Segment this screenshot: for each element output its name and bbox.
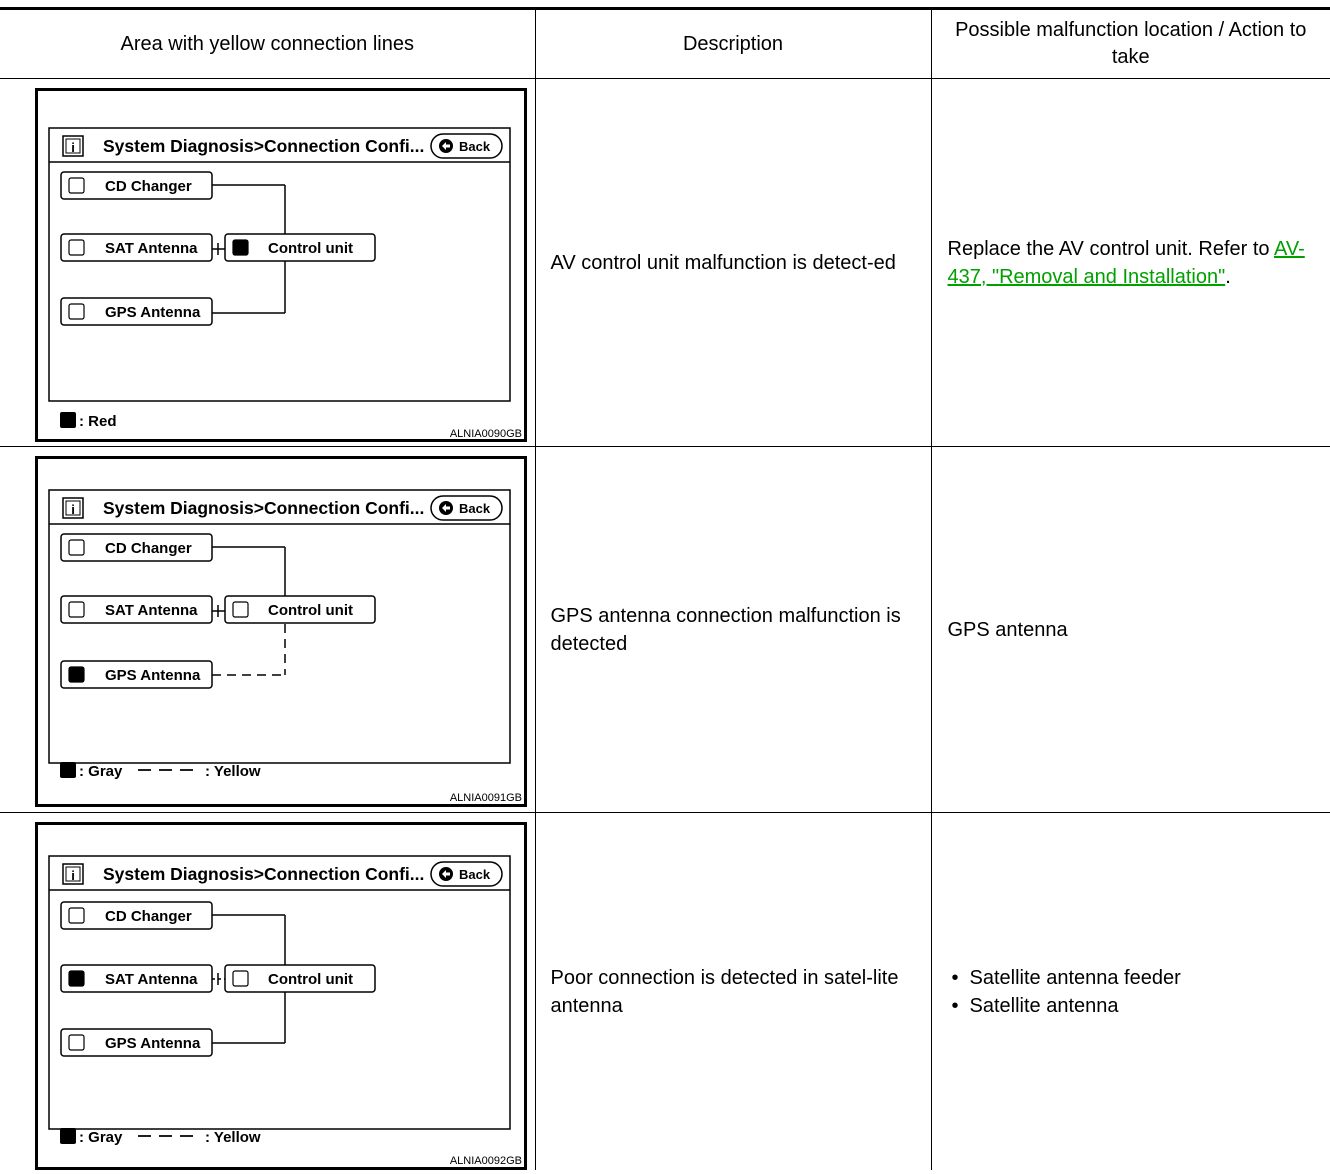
- header-action: Possible malfunction location / Action t…: [930, 8, 1330, 79]
- control-unit-label: Control unit: [268, 240, 353, 257]
- back-label: Back: [459, 139, 491, 154]
- table-row: i System Diagnosis>Connection Confi... B…: [0, 812, 1330, 1170]
- control-unit-box: Control unit: [224, 964, 376, 993]
- panel-cell: i System Diagnosis>Connection Confi... B…: [0, 813, 535, 1170]
- gps-antenna-label: GPS Antenna: [105, 667, 201, 684]
- gps-antenna-label: GPS Antenna: [105, 304, 201, 321]
- panel-cell: i System Diagnosis>Connection Confi... B…: [0, 446, 535, 813]
- header-description: Description: [534, 8, 931, 79]
- sat-antenna-label: SAT Antenna: [105, 602, 198, 619]
- figure-code: ALNIA0092GB: [450, 1155, 522, 1167]
- table-row: i System Diagnosis>Connection Confi... B…: [0, 446, 1330, 813]
- sat-antenna-label: SAT Antenna: [105, 240, 198, 257]
- description-cell: GPS antenna connection malfunction is de…: [534, 446, 931, 813]
- back-label: Back: [459, 501, 491, 516]
- panel-title: System Diagnosis>Connection Confi...: [103, 864, 424, 884]
- table-row: i System Diagnosis>Connection Confi... B…: [0, 78, 1330, 447]
- cd-changer-box: CD Changer: [60, 901, 213, 930]
- legend: : Red: [60, 412, 117, 430]
- back-button[interactable]: Back: [430, 133, 503, 159]
- panel-title: System Diagnosis>Connection Confi...: [103, 136, 424, 156]
- panel-cell: i System Diagnosis>Connection Confi... B…: [0, 78, 535, 447]
- gps-antenna-box: GPS Antenna: [60, 1028, 213, 1057]
- diagnosis-panel: i System Diagnosis>Connection Confi... B…: [35, 88, 527, 442]
- control-unit-label: Control unit: [268, 602, 353, 619]
- cd-changer-label: CD Changer: [105, 178, 192, 195]
- cd-changer-label: CD Changer: [105, 908, 192, 925]
- back-label: Back: [459, 867, 491, 882]
- legend-line-label: : Yellow: [205, 1129, 261, 1146]
- description-cell: Poor connection is detected in satel-lit…: [534, 812, 931, 1170]
- gps-antenna-label: GPS Antenna: [105, 1035, 201, 1052]
- back-button[interactable]: Back: [430, 861, 503, 887]
- control-unit-box: Control unit: [224, 233, 376, 262]
- gps-antenna-box: GPS Antenna: [60, 297, 213, 326]
- svg-text:i: i: [71, 140, 75, 155]
- action-cell: Satellite antenna feeder Satellite anten…: [930, 812, 1330, 1170]
- figure-code: ALNIA0090GB: [450, 428, 522, 440]
- sat-antenna-box: SAT Antenna: [60, 233, 213, 262]
- diagnosis-table: Area with yellow connection lines Descri…: [0, 7, 1330, 1170]
- sat-antenna-box: SAT Antenna: [60, 595, 213, 624]
- cd-changer-box: CD Changer: [60, 533, 213, 562]
- sat-antenna-box: SAT Antenna: [60, 964, 213, 993]
- svg-text:i: i: [71, 868, 75, 883]
- diagnosis-panel: i System Diagnosis>Connection Confi... B…: [35, 456, 527, 807]
- cd-changer-label: CD Changer: [105, 540, 192, 557]
- sat-antenna-label: SAT Antenna: [105, 971, 198, 988]
- list-item: Satellite antenna feeder: [948, 964, 1317, 992]
- legend-line-label: : Yellow: [205, 763, 261, 780]
- svg-text:i: i: [71, 502, 75, 517]
- list-item: Satellite antenna: [948, 992, 1317, 1020]
- cd-changer-box: CD Changer: [60, 171, 213, 200]
- legend-color-label: : Red: [79, 413, 117, 430]
- action-text: Replace the AV control unit. Refer to: [947, 237, 1274, 260]
- info-icon: i: [62, 863, 84, 885]
- info-icon: i: [62, 497, 84, 519]
- control-unit-label: Control unit: [268, 971, 353, 988]
- header-area: Area with yellow connection lines: [0, 8, 535, 79]
- action-tail: .: [1225, 265, 1231, 288]
- action-cell: Replace the AV control unit. Refer to AV…: [930, 78, 1330, 447]
- legend-color-label: : Gray: [79, 1129, 123, 1146]
- control-unit-box: Control unit: [224, 595, 376, 624]
- gps-antenna-box: GPS Antenna: [60, 660, 213, 689]
- panel-title: System Diagnosis>Connection Confi...: [103, 498, 424, 518]
- info-icon: i: [62, 135, 84, 157]
- figure-code: ALNIA0091GB: [450, 792, 522, 804]
- diagnosis-panel: i System Diagnosis>Connection Confi... B…: [35, 822, 527, 1170]
- action-cell: GPS antenna: [930, 446, 1330, 813]
- legend-color-label: : Gray: [79, 763, 123, 780]
- description-cell: AV control unit malfunction is detect-ed: [534, 78, 931, 447]
- action-list: Satellite antenna feeder Satellite anten…: [948, 964, 1317, 1020]
- back-button[interactable]: Back: [430, 495, 503, 521]
